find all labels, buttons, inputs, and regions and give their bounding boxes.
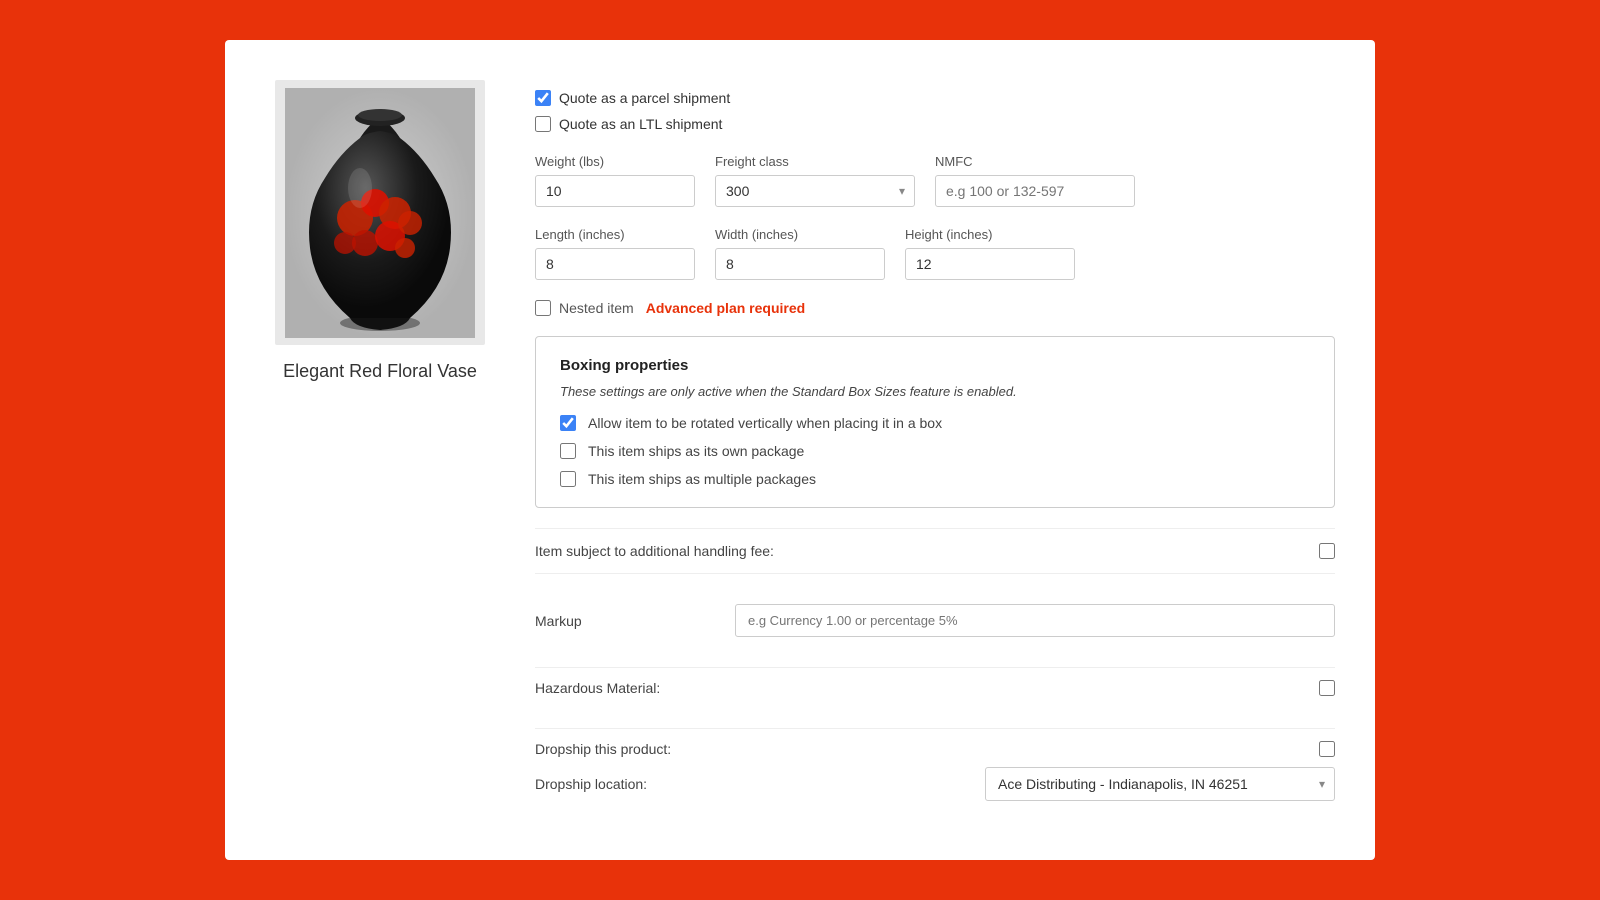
advanced-plan-badge: Advanced plan required — [646, 300, 805, 316]
parcel-option-row: Quote as a parcel shipment — [535, 90, 1335, 106]
boxing-properties-box: Boxing properties These settings are onl… — [535, 336, 1335, 508]
length-input[interactable] — [535, 248, 695, 280]
height-group: Height (inches) — [905, 227, 1075, 280]
boxing-option-multiple-packages: This item ships as multiple packages — [560, 471, 1310, 487]
boxing-option-own-package: This item ships as its own package — [560, 443, 1310, 459]
own-package-checkbox[interactable] — [560, 443, 576, 459]
handling-fee-row: Item subject to additional handling fee: — [535, 528, 1335, 574]
rotate-checkbox[interactable] — [560, 415, 576, 431]
width-label: Width (inches) — [715, 227, 885, 242]
width-input[interactable] — [715, 248, 885, 280]
weight-input[interactable] — [535, 175, 695, 207]
nmfc-label: NMFC — [935, 154, 1135, 169]
product-image — [275, 80, 485, 345]
shipment-options: Quote as a parcel shipment Quote as an L… — [535, 90, 1335, 134]
freight-class-select-wrapper: 50 55 60 65 70 77.5 85 92.5 100 110 125 … — [715, 175, 915, 207]
parcel-label[interactable]: Quote as a parcel shipment — [559, 90, 730, 106]
freight-class-label: Freight class — [715, 154, 915, 169]
ltl-label[interactable]: Quote as an LTL shipment — [559, 116, 722, 132]
handling-fee-label: Item subject to additional handling fee: — [535, 543, 774, 559]
dropship-checkbox[interactable] — [1319, 741, 1335, 757]
freight-class-group: Freight class 50 55 60 65 70 77.5 85 92.… — [715, 154, 915, 207]
weight-group: Weight (lbs) — [535, 154, 695, 207]
height-label: Height (inches) — [905, 227, 1075, 242]
nmfc-group: NMFC — [935, 154, 1135, 207]
weight-label: Weight (lbs) — [535, 154, 695, 169]
boxing-subtitle: These settings are only active when the … — [560, 384, 1310, 399]
dropship-location-select[interactable]: Ace Distributing - Indianapolis, IN 4625… — [985, 767, 1335, 801]
ltl-checkbox[interactable] — [535, 116, 551, 132]
own-package-label[interactable]: This item ships as its own package — [588, 443, 804, 459]
nested-item-row: Nested item Advanced plan required — [535, 300, 1335, 316]
length-group: Length (inches) — [535, 227, 695, 280]
freight-class-select[interactable]: 50 55 60 65 70 77.5 85 92.5 100 110 125 … — [715, 175, 915, 207]
right-panel: Quote as a parcel shipment Quote as an L… — [535, 80, 1335, 820]
hazardous-row: Hazardous Material: — [535, 667, 1335, 708]
boxing-option-rotate: Allow item to be rotated vertically when… — [560, 415, 1310, 431]
length-label: Length (inches) — [535, 227, 695, 242]
boxing-options-list: Allow item to be rotated vertically when… — [560, 415, 1310, 487]
markup-input[interactable] — [735, 604, 1335, 637]
nmfc-input[interactable] — [935, 175, 1135, 207]
ltl-option-row: Quote as an LTL shipment — [535, 116, 1335, 132]
boxing-title: Boxing properties — [560, 357, 1310, 374]
hazardous-checkbox[interactable] — [1319, 680, 1335, 696]
nested-item-label[interactable]: Nested item — [559, 300, 634, 316]
markup-label: Markup — [535, 613, 715, 629]
height-input[interactable] — [905, 248, 1075, 280]
multiple-packages-label[interactable]: This item ships as multiple packages — [588, 471, 816, 487]
dropship-location-label: Dropship location: — [535, 776, 647, 792]
main-card: Elegant Red Floral Vase Quote as a parce… — [225, 40, 1375, 860]
dropship-location-row: Dropship location: Ace Distributing - In… — [535, 767, 1335, 801]
multiple-packages-checkbox[interactable] — [560, 471, 576, 487]
parcel-checkbox[interactable] — [535, 90, 551, 106]
left-panel: Elegant Red Floral Vase — [265, 80, 495, 820]
rotate-label[interactable]: Allow item to be rotated vertically when… — [588, 415, 942, 431]
dropship-section: Dropship this product: Dropship location… — [535, 728, 1335, 801]
width-group: Width (inches) — [715, 227, 885, 280]
hazardous-label: Hazardous Material: — [535, 680, 660, 696]
dropship-label: Dropship this product: — [535, 741, 671, 757]
nested-item-checkbox[interactable] — [535, 300, 551, 316]
dimensions-row-2: Length (inches) Width (inches) Height (i… — [535, 227, 1335, 280]
dimensions-row-1: Weight (lbs) Freight class 50 55 60 65 7… — [535, 154, 1335, 207]
dropship-product-row: Dropship this product: — [535, 741, 1335, 757]
dropship-location-select-wrapper: Ace Distributing - Indianapolis, IN 4625… — [985, 767, 1335, 801]
handling-fee-checkbox[interactable] — [1319, 543, 1335, 559]
product-name: Elegant Red Floral Vase — [283, 361, 477, 382]
markup-row: Markup — [535, 594, 1335, 647]
